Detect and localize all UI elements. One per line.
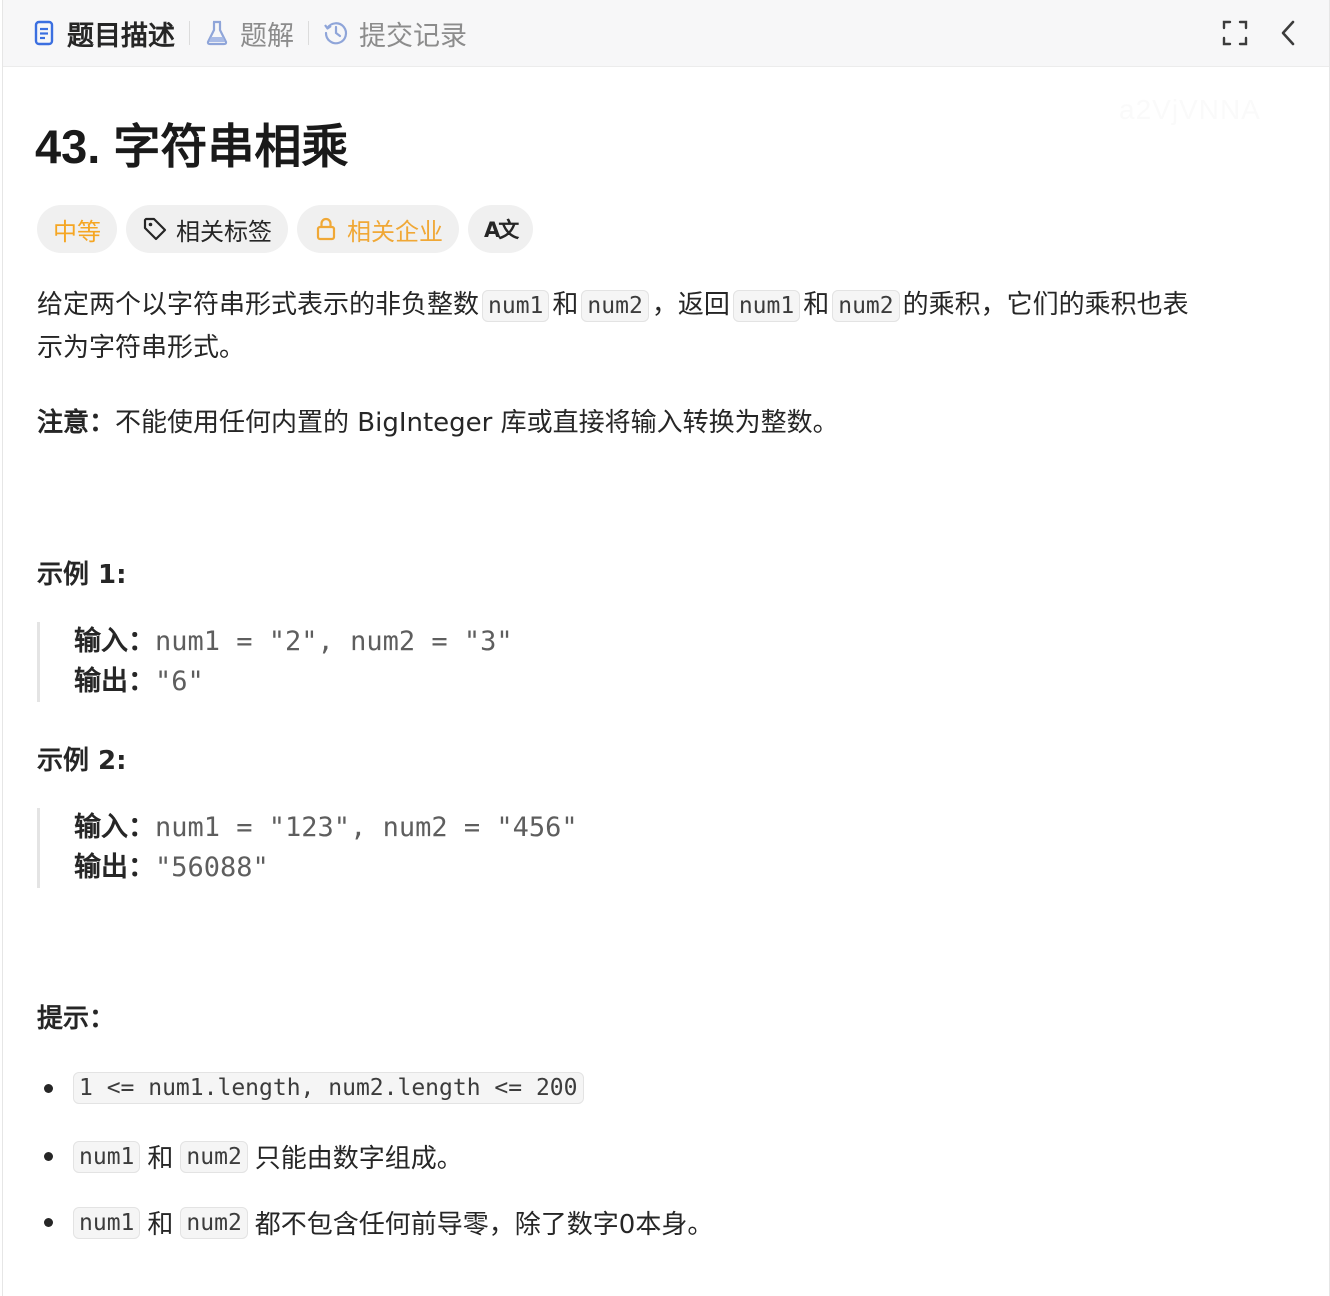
description-text: 和 bbox=[803, 290, 830, 320]
input-value: num1 = "2", num2 = "3" bbox=[155, 626, 513, 657]
example-2-title: 示例 2: bbox=[37, 746, 127, 776]
tab-description[interactable]: 题目描述 bbox=[3, 0, 189, 66]
inline-code: num2 bbox=[832, 290, 900, 322]
inline-code: num1 bbox=[73, 1140, 141, 1173]
translate-button[interactable]: A文 bbox=[468, 205, 534, 253]
bullet bbox=[44, 1218, 53, 1227]
tab-description-label: 题目描述 bbox=[67, 20, 175, 52]
problem-title[interactable]: 43. 字符串相乘 bbox=[35, 108, 348, 177]
bullet bbox=[44, 1083, 53, 1093]
lock-icon bbox=[313, 216, 339, 242]
input-label: 输入： bbox=[74, 812, 155, 843]
inline-code: num2 bbox=[581, 290, 649, 322]
inline-code: num1 bbox=[482, 290, 550, 322]
note-text: 不能使用任何内置的 BigInteger 库或直接将输入转换为整数。 bbox=[115, 408, 839, 438]
inline-code: num2 bbox=[180, 1206, 248, 1239]
problem-panel: 题目描述 题解 提交记录 a2VjVNNA 43. 字符串相乘 中等 相关标签 … bbox=[2, 0, 1330, 1296]
hints-title: 提示： bbox=[37, 1004, 116, 1034]
tab-submissions-label: 提交记录 bbox=[359, 20, 467, 52]
output-label: 输出： bbox=[74, 852, 155, 883]
chevron-left-icon[interactable] bbox=[1275, 19, 1303, 47]
difficulty-badge: 中等 bbox=[37, 205, 117, 253]
hint-text: 和 bbox=[147, 1144, 174, 1174]
note-label: 注意： bbox=[37, 408, 116, 438]
example-1-title: 示例 1: bbox=[37, 560, 127, 590]
list-item: 1 <= num1.length, num2.length <= 200 bbox=[37, 1072, 587, 1104]
output-label: 输出： bbox=[74, 666, 155, 697]
tab-submissions[interactable]: 提交记录 bbox=[309, 0, 481, 66]
bullet bbox=[44, 1152, 53, 1161]
related-tags-label: 相关标签 bbox=[176, 217, 272, 246]
watermark: a2VjVNNA bbox=[1119, 94, 1261, 125]
output-value: "6" bbox=[155, 666, 204, 697]
note-paragraph: 注意：不能使用任何内置的 BigInteger 库或直接将输入转换为整数。 bbox=[37, 402, 839, 444]
inline-code: 1 <= num1.length, num2.length <= 200 bbox=[73, 1072, 584, 1104]
example-1-block: 输入：num1 = "2", num2 = "3" 输出："6" bbox=[37, 622, 513, 702]
document-icon bbox=[31, 20, 57, 46]
inline-code: num1 bbox=[732, 290, 801, 322]
output-value: "56088" bbox=[155, 852, 269, 883]
panel-tools bbox=[1221, 19, 1329, 47]
expand-icon[interactable] bbox=[1221, 19, 1249, 47]
hint-text: 和 bbox=[147, 1210, 174, 1240]
description-text: 和 bbox=[552, 290, 579, 320]
description-text: 的乘积，它们的乘积也表 bbox=[902, 290, 1189, 320]
list-item: num1 和 num2 只能由数字组成。 bbox=[37, 1138, 463, 1175]
tab-solutions-label: 题解 bbox=[240, 20, 294, 52]
flask-icon bbox=[204, 20, 230, 46]
tag-row: 中等 相关标签 相关企业 A文 bbox=[37, 205, 534, 253]
hint-text: 都不包含任何前导零，除了数字0本身。 bbox=[254, 1210, 714, 1240]
tag-icon bbox=[142, 216, 168, 242]
description-paragraph: 给定两个以字符串形式表示的非负整数 num1 和 num2 ，返回 num1 和 num2 的乘… bbox=[37, 284, 1307, 369]
related-companies-label: 相关企业 bbox=[347, 217, 443, 246]
related-tags-button[interactable]: 相关标签 bbox=[126, 205, 288, 253]
list-item: num1 和 num2 都不包含任何前导零，除了数字0本身。 bbox=[37, 1204, 713, 1241]
history-icon bbox=[323, 20, 349, 46]
tab-solutions[interactable]: 题解 bbox=[190, 0, 308, 66]
input-label: 输入： bbox=[74, 626, 155, 657]
description-text: 给定两个以字符串形式表示的非负整数 bbox=[37, 290, 480, 320]
inline-code: num2 bbox=[180, 1140, 248, 1173]
description-text: 示为字符串形式。 bbox=[37, 333, 246, 363]
example-2-block: 输入：num1 = "123", num2 = "456" 输出："56088" bbox=[37, 808, 578, 888]
description-text: ，返回 bbox=[651, 290, 730, 320]
hint-text: 只能由数字组成。 bbox=[254, 1144, 463, 1174]
tab-bar: 题目描述 题解 提交记录 bbox=[3, 0, 1329, 67]
related-companies-button[interactable]: 相关企业 bbox=[297, 205, 459, 253]
input-value: num1 = "123", num2 = "456" bbox=[155, 812, 578, 843]
translate-icon: A文 bbox=[484, 218, 519, 242]
inline-code: num1 bbox=[73, 1206, 141, 1239]
